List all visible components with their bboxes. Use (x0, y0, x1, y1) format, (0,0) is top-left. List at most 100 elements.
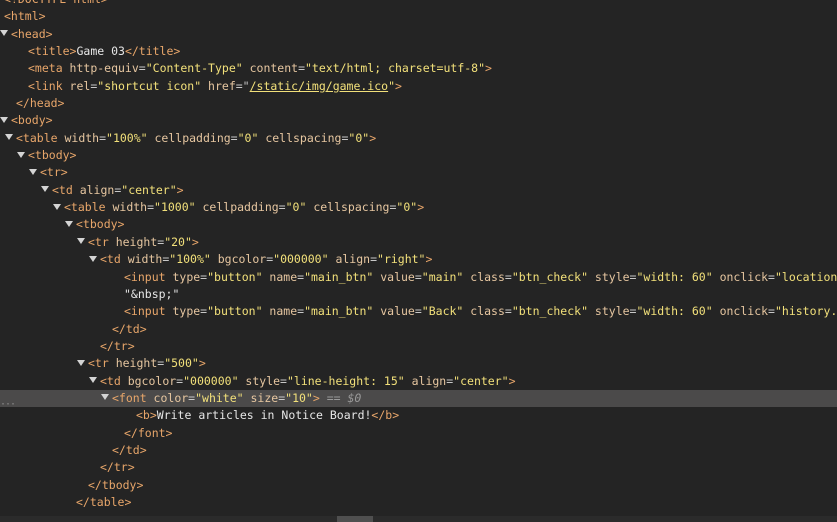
attribute-value: "btn_check" (511, 269, 588, 284)
attribute-name: width (112, 200, 148, 215)
attribute-value: "shortcut icon" (97, 78, 202, 93)
expand-triangle-icon[interactable] (89, 255, 97, 262)
tag-token: <table (64, 200, 113, 215)
elements-tree[interactable]: <!DOCTYPE html> <html> <head> <title>Game 0… (0, 0, 837, 511)
expand-triangle-icon[interactable] (17, 151, 25, 158)
dom-node-line[interactable]: <td align="center"> (0, 182, 837, 199)
dom-node-line[interactable]: <meta http-equiv="Content-Type" content=… (0, 60, 837, 77)
tag-token: <tr (88, 234, 116, 249)
tag-token: </td> (112, 321, 147, 336)
attribute-value: "button" (207, 304, 263, 319)
tag-token: > (485, 61, 492, 76)
dom-node-line[interactable]: <title>Game 03</title> (0, 43, 837, 60)
tag-token: <tr> (40, 165, 68, 180)
tag-token: > (508, 373, 516, 388)
equals-token: = (280, 373, 287, 388)
dom-node-line[interactable]: "&nbsp;" (0, 286, 837, 303)
attribute-value: "main_btn" (304, 304, 374, 319)
tag-token: <input (124, 269, 173, 284)
tag-token: <tbody> (28, 148, 77, 163)
dom-node-line[interactable]: </td> (0, 442, 837, 459)
tag-token: <head> (11, 26, 53, 41)
attribute-name: name (262, 269, 298, 284)
attribute-name: cellspacing (258, 130, 342, 145)
tag-token: <html> (4, 9, 46, 24)
expand-triangle-icon[interactable] (41, 186, 49, 193)
dom-node-line[interactable]: <html> (0, 8, 837, 25)
dom-node-line[interactable]: <input type = "button" name = "main_btn" val… (0, 303, 837, 320)
attribute-value: "main" (421, 269, 464, 284)
dom-node-line[interactable]: </font> (0, 425, 837, 442)
dom-node-line[interactable]: <tr> (0, 164, 837, 181)
horizontal-scrollbar[interactable] (0, 516, 837, 522)
dom-node-line[interactable]: <td bgcolor="000000" style="line-height:… (0, 373, 837, 390)
attribute-name: type (172, 304, 201, 319)
equals-token: = (99, 130, 107, 145)
dom-node-line[interactable]: </tr> (0, 459, 837, 476)
tag-token: > (191, 234, 199, 249)
expand-triangle-icon[interactable] (5, 134, 13, 141)
tag-token: </tbody> (88, 477, 144, 492)
dom-node-line[interactable]: <table width="1000" cellpadding="0" cell… (0, 199, 837, 216)
attribute-value: "Back" (421, 304, 464, 319)
equals-token: = (504, 304, 512, 319)
expand-triangle-icon[interactable] (65, 220, 73, 227)
expand-triangle-icon[interactable] (29, 168, 37, 175)
dom-node-line[interactable]: </td> (0, 321, 837, 338)
attribute-value: "000000" (273, 252, 329, 267)
attribute-value: "history.back()" (774, 304, 837, 319)
tag-token: <!DOCTYPE html> (4, 0, 108, 6)
dom-node-line[interactable]: <input type = "button" name = "main_btn" val… (0, 269, 837, 286)
dom-node-line[interactable]: <tr height="20"> (0, 234, 837, 251)
href-link[interactable]: /static/img/game.ico (250, 79, 388, 93)
tag-token: > (312, 390, 320, 405)
expand-triangle-icon[interactable] (0, 30, 8, 37)
ellipsis-icon[interactable]: ··· (0, 396, 16, 407)
tag-token: > (395, 78, 402, 93)
dom-node-line[interactable]: <!DOCTYPE html> (0, 0, 837, 8)
dom-node-line[interactable]: </table> (0, 494, 837, 511)
equals-token: = (138, 61, 146, 76)
tag-token: </head> (16, 96, 65, 111)
attribute-name: name (262, 304, 298, 319)
dom-node-selected[interactable]: ··· <font color="white" size="10"> == $0 (0, 389, 837, 408)
attribute-value: " (388, 78, 396, 93)
equals-token: =" (235, 78, 250, 93)
expand-triangle-icon[interactable] (53, 203, 61, 210)
attribute-value: "Content-Type" (145, 61, 243, 76)
dom-node-line[interactable]: <head> (0, 26, 837, 43)
dom-node-line[interactable]: <body> (0, 112, 837, 129)
attribute-name: value (373, 269, 415, 284)
dom-node-line[interactable]: </head> (0, 95, 837, 112)
attribute-name: size (243, 390, 279, 405)
dom-node-line[interactable]: <td width="100%" bgcolor="000000" align=… (0, 251, 837, 268)
attribute-name: onclick (712, 269, 769, 284)
attribute-name: width (64, 130, 100, 145)
expand-triangle-icon[interactable] (101, 394, 109, 401)
scrollbar-thumb[interactable] (337, 516, 373, 522)
dom-node-line[interactable]: </tbody> (0, 477, 837, 494)
dom-node-line[interactable]: <tr height="500"> (0, 355, 837, 372)
attribute-name: href (201, 78, 236, 93)
dom-node-line[interactable]: </tr> (0, 338, 837, 355)
dom-node-line[interactable]: <tbody> (0, 147, 837, 164)
tag-token: </font> (124, 425, 173, 440)
expand-triangle-icon[interactable] (0, 116, 8, 123)
tag-token: <tbody> (76, 217, 125, 232)
attribute-value: "100%" (106, 130, 148, 145)
expand-triangle-icon[interactable] (77, 238, 85, 245)
dom-node-line[interactable]: <tbody> (0, 216, 837, 233)
tag-token: <title> (28, 44, 77, 59)
dom-node-line[interactable]: <table width="100%" cellpadding="0" cell… (0, 130, 837, 147)
expand-triangle-icon[interactable] (89, 377, 97, 384)
dom-node-line[interactable]: <link rel="shortcut icon" href="/static/… (0, 78, 837, 95)
tag-token: <tr (88, 356, 116, 371)
dom-node-line[interactable]: <b>Write articles in Notice Board!</b> (0, 407, 837, 424)
equals-token: = (414, 304, 422, 319)
attribute-value: "location.href = '/'" (774, 269, 837, 284)
attribute-name: style (238, 373, 281, 388)
tag-token: </title> (124, 44, 181, 59)
tag-token: </tr> (100, 460, 135, 475)
text-node: Game 03 (76, 44, 125, 59)
expand-triangle-icon[interactable] (77, 359, 85, 366)
